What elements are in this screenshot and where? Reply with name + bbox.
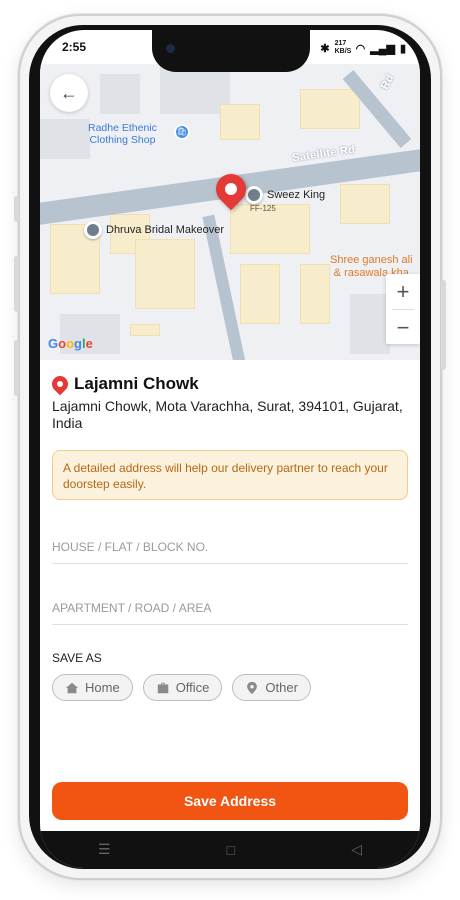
power-button: [441, 280, 446, 370]
apartment-input[interactable]: [52, 601, 408, 615]
home-icon: [65, 682, 79, 693]
place-address: Lajamni Chowk, Mota Varachha, Surat, 394…: [52, 398, 403, 431]
map-building: [220, 104, 260, 140]
save-address-button[interactable]: Save Address: [52, 782, 408, 820]
logo-letter: o: [66, 336, 75, 351]
back-button[interactable]: ←: [50, 74, 88, 112]
apartment-field: [52, 599, 408, 625]
briefcase-icon: [157, 682, 168, 693]
bluetooth-icon: ✱: [320, 42, 330, 55]
poi-name: Radhe Ethenic: [88, 122, 157, 134]
location-icon: [247, 681, 258, 694]
system-nav-bar: ☰ □ ◁: [40, 831, 420, 868]
poi-radhe-ethenic[interactable]: Radhe Ethenic Clothing Shop: [88, 122, 157, 146]
delivery-notice: A detailed address will help our deliver…: [52, 450, 408, 500]
map-building: [300, 89, 360, 129]
map-building: [340, 184, 390, 224]
map-building: [300, 264, 330, 324]
location-icon: [245, 186, 263, 204]
google-logo: Google: [48, 336, 93, 351]
poi-name: Dhruva Bridal Makeover: [106, 224, 224, 236]
zoom-in-button[interactable]: +: [386, 274, 420, 309]
status-icons: ✱ 217 KB/S ◠ ▂▄▆ ▮: [320, 40, 406, 56]
place-title-row: Lajamni Chowk: [48, 372, 412, 396]
volume-down-button: [14, 340, 19, 396]
map-building: [240, 264, 280, 324]
zoom-out-button[interactable]: −: [386, 310, 420, 345]
shopping-bag-icon: 🛍: [174, 124, 190, 140]
side-button: [14, 196, 19, 222]
house-field: [52, 538, 408, 564]
home-button[interactable]: □: [227, 842, 235, 858]
chip-other[interactable]: Other: [232, 674, 311, 701]
logo-letter: G: [48, 336, 59, 351]
road-label: Rd: [378, 72, 397, 92]
pin-dot: [222, 180, 240, 198]
chip-office[interactable]: Office: [142, 674, 223, 701]
location-icon: [84, 221, 102, 239]
status-time: 2:55: [62, 40, 87, 54]
poi-name-line1: Shree ganesh ali: [330, 254, 413, 266]
battery-icon: ▮: [399, 42, 406, 55]
chip-home[interactable]: Home: [52, 674, 133, 701]
signal-icon: ▂▄▆: [370, 42, 395, 55]
chip-label: Home: [85, 680, 120, 695]
map-building: [130, 324, 160, 336]
volume-up-button: [14, 256, 19, 312]
recent-apps-button[interactable]: ☰: [98, 841, 111, 858]
map-view[interactable]: Satellite Rd Rd Radhe Ethenic Clothing S…: [40, 64, 420, 360]
map-building: [135, 239, 195, 309]
camera-icon: [166, 44, 175, 53]
selected-place: Lajamni Chowk Lajamni Chowk, Mota Varach…: [48, 372, 412, 432]
address-type-chips: Home Office Other: [52, 674, 311, 701]
save-as-label: SAVE AS: [52, 651, 102, 665]
house-input[interactable]: [52, 540, 408, 554]
poi-dhruva-bridal[interactable]: Dhruva Bridal Makeover: [84, 221, 224, 239]
wifi-icon: ◠: [355, 42, 366, 55]
logo-letter: o: [58, 336, 67, 351]
logo-letter: e: [85, 336, 93, 351]
back-nav-button[interactable]: ◁: [351, 841, 362, 858]
location-pin-icon: [48, 372, 72, 396]
poi-sweez-king[interactable]: Sweez King: [245, 186, 325, 204]
zoom-controls: + −: [386, 274, 420, 344]
chip-label: Other: [265, 680, 298, 695]
chip-label: Office: [175, 680, 210, 695]
map-building: [350, 294, 390, 354]
poi-name: Sweez King: [267, 189, 326, 201]
poi-sub: Clothing Shop: [89, 134, 156, 146]
notch: [152, 30, 310, 72]
pin-label: FF-125: [250, 204, 276, 213]
map-building: [40, 119, 90, 159]
place-title: Lajamni Chowk: [74, 374, 199, 393]
map-building: [100, 74, 140, 114]
screen: 2:55 ✱ 217 KB/S ◠ ▂▄▆ ▮ Satellite Rd Rd …: [40, 30, 420, 868]
status-bar: 2:55 ✱ 217 KB/S ◠ ▂▄▆ ▮: [40, 30, 420, 72]
arrow-left-icon: ←: [60, 82, 78, 103]
logo-letter: g: [74, 336, 82, 351]
network-speed: 217 KB/S: [334, 40, 352, 55]
